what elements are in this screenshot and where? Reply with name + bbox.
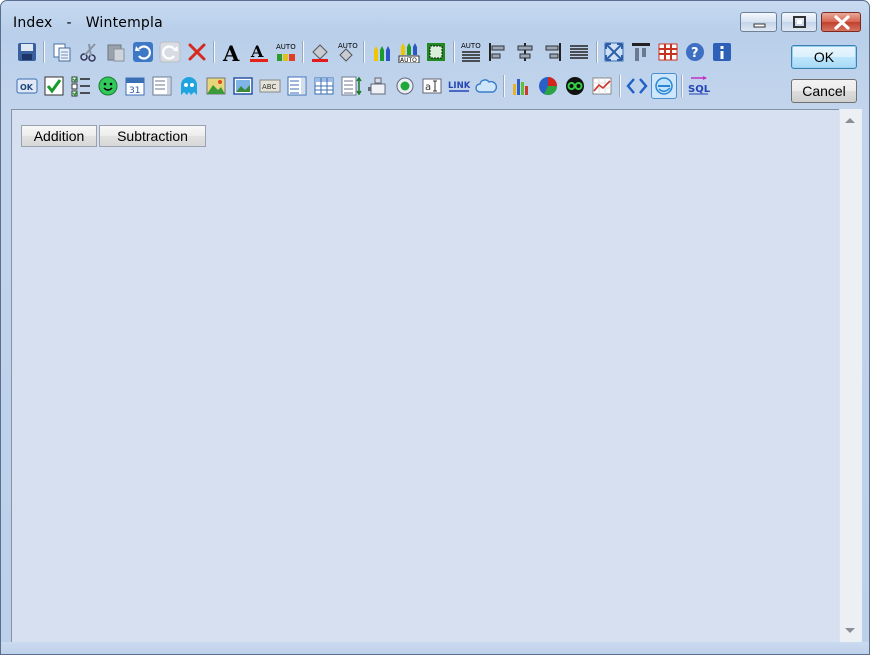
sql-icon[interactable]: SQL xyxy=(688,75,710,97)
cancel-button[interactable]: Cancel xyxy=(791,79,857,103)
ok-button-icon[interactable]: OK xyxy=(16,75,38,97)
cut-icon[interactable] xyxy=(78,41,100,63)
frame-icon[interactable] xyxy=(425,41,447,63)
toolbar-separator xyxy=(43,41,45,63)
subtraction-button[interactable]: Subtraction xyxy=(99,125,206,147)
undo-icon[interactable] xyxy=(132,41,154,63)
vertical-scrollbar[interactable] xyxy=(839,109,862,642)
bar-chart-icon[interactable] xyxy=(510,75,532,97)
calendar-label: 31 xyxy=(129,86,140,96)
auto-label: AUTO xyxy=(400,57,417,63)
svg-text:?: ? xyxy=(691,46,699,61)
abc-label: ABC xyxy=(262,83,276,91)
toolbar-separator xyxy=(681,75,683,97)
label-icon[interactable]: ABC xyxy=(259,75,281,97)
auto-label: AUTO xyxy=(461,42,481,50)
link-label: LINK xyxy=(448,81,470,91)
window-bottom-border xyxy=(1,642,869,654)
textbox-icon[interactable]: a xyxy=(421,75,443,97)
align-left-icon[interactable] xyxy=(487,41,509,63)
sql-label: SQL xyxy=(688,84,710,95)
smiley-icon[interactable] xyxy=(97,75,119,97)
scroll-up-icon[interactable] xyxy=(845,118,855,123)
auto-fill-icon[interactable]: AUTO xyxy=(336,41,358,63)
form-canvas[interactable] xyxy=(11,109,839,643)
toolbar-separator xyxy=(213,41,215,63)
scroll-down-icon[interactable] xyxy=(845,628,855,633)
auto-label: AUTO xyxy=(276,43,296,51)
code-icon[interactable] xyxy=(626,75,648,97)
tree-icon[interactable] xyxy=(340,75,362,97)
checklist-icon[interactable] xyxy=(70,75,92,97)
toolbar-separator xyxy=(453,41,455,63)
minimize-icon xyxy=(753,23,766,28)
align-right-icon[interactable] xyxy=(541,41,563,63)
resize-icon[interactable] xyxy=(603,41,625,63)
maximize-icon xyxy=(793,16,806,28)
title-bar[interactable]: Index - Wintempla xyxy=(1,1,869,39)
info-icon[interactable] xyxy=(711,41,733,63)
app-window: Index - Wintempla A A AUTO AUTO AUTO AUT… xyxy=(0,0,870,655)
ok-label: OK xyxy=(20,83,34,92)
svg-text:A: A xyxy=(222,41,240,63)
toolbar-separator xyxy=(596,41,598,63)
toolbar: A A AUTO AUTO AUTO AUTO ? OK 31 ABC a LI… xyxy=(9,37,863,107)
auto-color-icon[interactable]: AUTO xyxy=(275,41,297,63)
help-icon[interactable]: ? xyxy=(684,41,706,63)
toolbar-separator xyxy=(619,75,621,97)
grid-icon[interactable] xyxy=(657,41,679,63)
text-top-icon[interactable] xyxy=(630,41,652,63)
align-center-icon[interactable] xyxy=(514,41,536,63)
line-chart-icon[interactable] xyxy=(591,75,613,97)
cloud-icon[interactable] xyxy=(475,75,497,97)
toolbar-separator xyxy=(503,75,505,97)
toolbar-separator xyxy=(302,41,304,63)
ghost-icon[interactable] xyxy=(178,75,200,97)
loop-icon[interactable] xyxy=(564,75,586,97)
list-icon[interactable] xyxy=(151,75,173,97)
save-icon[interactable] xyxy=(16,41,38,63)
fill-icon[interactable] xyxy=(309,41,331,63)
font-color-icon[interactable]: A xyxy=(248,41,270,63)
minimize-button[interactable] xyxy=(740,12,777,32)
copy-icon[interactable] xyxy=(51,41,73,63)
checkbox-icon[interactable] xyxy=(43,75,65,97)
auto-pencils-icon[interactable]: AUTO xyxy=(398,41,420,63)
image-icon[interactable] xyxy=(205,75,227,97)
justify-icon[interactable] xyxy=(568,41,590,63)
addition-button[interactable]: Addition xyxy=(21,125,97,147)
font-icon[interactable]: A xyxy=(221,41,243,63)
picture-icon[interactable] xyxy=(232,75,254,97)
pie-chart-icon[interactable] xyxy=(537,75,559,97)
calendar-icon[interactable]: 31 xyxy=(124,75,146,97)
close-icon xyxy=(834,15,850,30)
web-icon[interactable] xyxy=(651,73,677,99)
paste-icon[interactable] xyxy=(105,41,127,63)
close-button[interactable] xyxy=(821,12,861,32)
auto-align-icon[interactable]: AUTO xyxy=(460,41,482,63)
redo-icon[interactable] xyxy=(159,41,181,63)
table-icon[interactable] xyxy=(313,75,335,97)
plugin-icon[interactable] xyxy=(367,75,389,97)
maximize-button[interactable] xyxy=(781,12,817,32)
window-title: Index - Wintempla xyxy=(13,15,163,31)
pencils-icon[interactable] xyxy=(371,41,393,63)
svg-text:a: a xyxy=(425,82,431,93)
link-icon[interactable]: LINK xyxy=(448,75,470,97)
listbox-icon[interactable] xyxy=(286,75,308,97)
delete-icon[interactable] xyxy=(186,41,208,63)
auto-label: AUTO xyxy=(338,42,358,50)
radio-icon[interactable] xyxy=(394,75,416,97)
svg-text:A: A xyxy=(250,42,264,61)
ok-button[interactable]: OK xyxy=(791,45,857,69)
toolbar-separator xyxy=(363,41,365,63)
